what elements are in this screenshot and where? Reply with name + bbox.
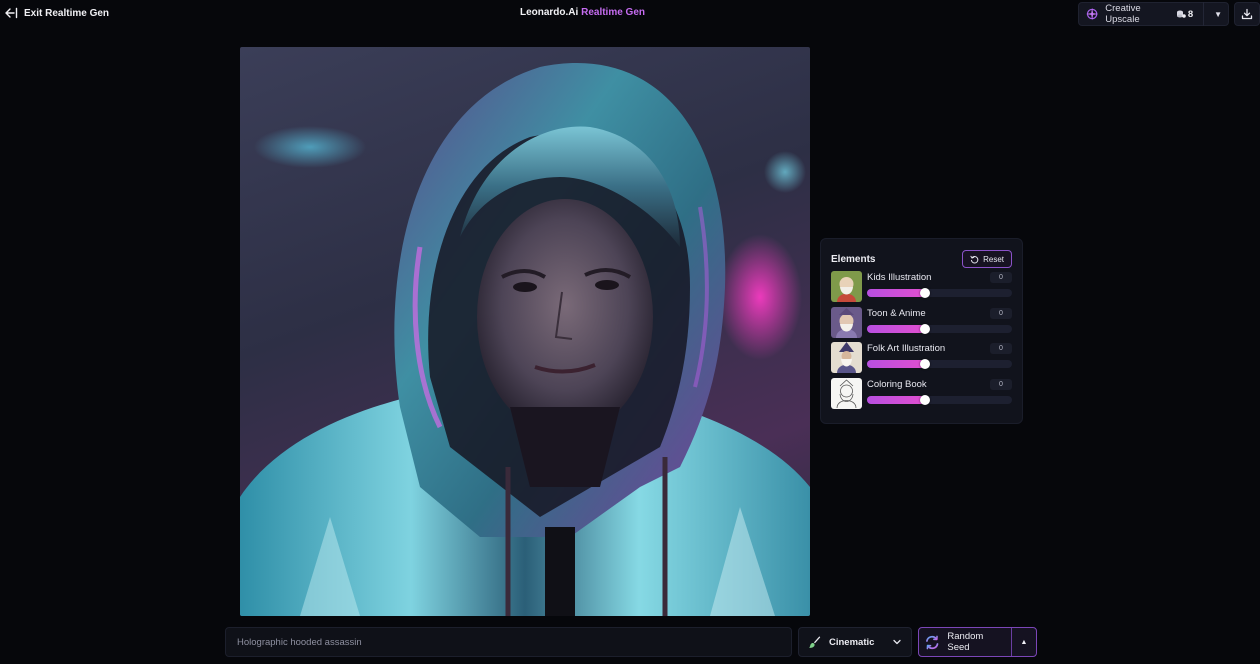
element-weight-slider[interactable] xyxy=(867,323,1012,334)
page-title: Leonardo.Ai Realtime Gen xyxy=(0,7,1165,18)
folk-art-illustration-thumbnail xyxy=(831,342,862,373)
random-seed-label: Random Seed xyxy=(947,631,984,653)
element-label: Coloring Book xyxy=(867,378,927,390)
element-weight-slider[interactable] xyxy=(867,394,1012,405)
element-row-toon-anime: Toon & Anime 0 xyxy=(831,305,1012,341)
element-label: Kids Illustration xyxy=(867,272,932,283)
chevron-down-icon xyxy=(893,639,901,645)
brush-icon xyxy=(809,636,821,648)
kids-illustration-thumbnail xyxy=(831,271,862,302)
slider-fill xyxy=(867,360,925,368)
element-row-coloring-book: Coloring Book 0 xyxy=(831,376,1012,412)
token-coins-icon xyxy=(1176,10,1186,18)
style-preset-label: Cinematic xyxy=(829,636,875,648)
realtime-gen-app: Exit Realtime Gen Leonardo.Ai Realtime G… xyxy=(0,0,1260,664)
element-weight-value[interactable]: 0 xyxy=(990,378,1012,390)
download-button[interactable] xyxy=(1234,2,1260,26)
slider-handle[interactable] xyxy=(920,359,930,369)
token-count-value: 8 xyxy=(1187,8,1194,20)
prompt-field[interactable] xyxy=(225,627,792,657)
element-row-folk-art-illustration: Folk Art Illustration 0 xyxy=(831,340,1012,376)
elements-panel: Elements Reset Kids Illustration 0 Toon … xyxy=(820,238,1023,424)
element-weight-slider[interactable] xyxy=(867,288,1012,298)
coloring-book-thumbnail xyxy=(831,377,862,409)
download-icon xyxy=(1241,8,1253,20)
element-label: Folk Art Illustration xyxy=(867,343,946,354)
random-seed-button[interactable]: Random Seed xyxy=(919,628,1011,656)
element-row-kids-illustration: Kids Illustration 0 xyxy=(831,269,1012,305)
reset-icon xyxy=(970,255,979,263)
seed-options-toggle[interactable]: ▲ xyxy=(1011,628,1036,656)
shuffle-seed-icon xyxy=(926,635,939,649)
slider-fill xyxy=(867,324,925,333)
elements-header: Elements Reset xyxy=(831,249,1012,269)
upscale-divider xyxy=(1203,2,1205,26)
element-weight-value[interactable]: 0 xyxy=(990,343,1012,354)
brand-mode: Realtime Gen xyxy=(581,7,646,18)
slider-handle[interactable] xyxy=(920,323,930,334)
hooded-figure-illustration xyxy=(240,63,810,616)
element-label: Toon & Anime xyxy=(867,307,926,319)
prompt-input[interactable] xyxy=(237,636,780,648)
caret-up-icon: ▲ xyxy=(1020,638,1028,646)
element-weight-value[interactable]: 0 xyxy=(990,272,1012,283)
token-count: 8 xyxy=(1176,9,1193,20)
creative-upscale-button[interactable]: Creative Upscale 8 ▼ xyxy=(1078,2,1229,26)
slider-handle[interactable] xyxy=(920,288,930,298)
reset-label: Reset xyxy=(983,254,1004,264)
element-weight-slider[interactable] xyxy=(867,359,1012,369)
upscale-label: Creative Upscale xyxy=(1105,3,1141,25)
elements-title: Elements xyxy=(831,253,876,265)
slider-fill xyxy=(867,395,925,404)
random-seed-control: Random Seed ▲ xyxy=(918,627,1037,657)
slider-handle[interactable] xyxy=(920,394,930,405)
upscale-sparkle-icon xyxy=(1085,7,1099,21)
brand-name: Leonardo.Ai xyxy=(519,7,579,18)
reset-button[interactable]: Reset xyxy=(962,250,1012,268)
chevron-down-icon[interactable]: ▼ xyxy=(1214,10,1222,19)
slider-fill xyxy=(867,289,925,297)
element-weight-value[interactable]: 0 xyxy=(990,307,1012,319)
toon-anime-thumbnail xyxy=(831,306,862,338)
style-preset-select[interactable]: Cinematic xyxy=(798,627,912,657)
generated-image xyxy=(240,47,810,616)
